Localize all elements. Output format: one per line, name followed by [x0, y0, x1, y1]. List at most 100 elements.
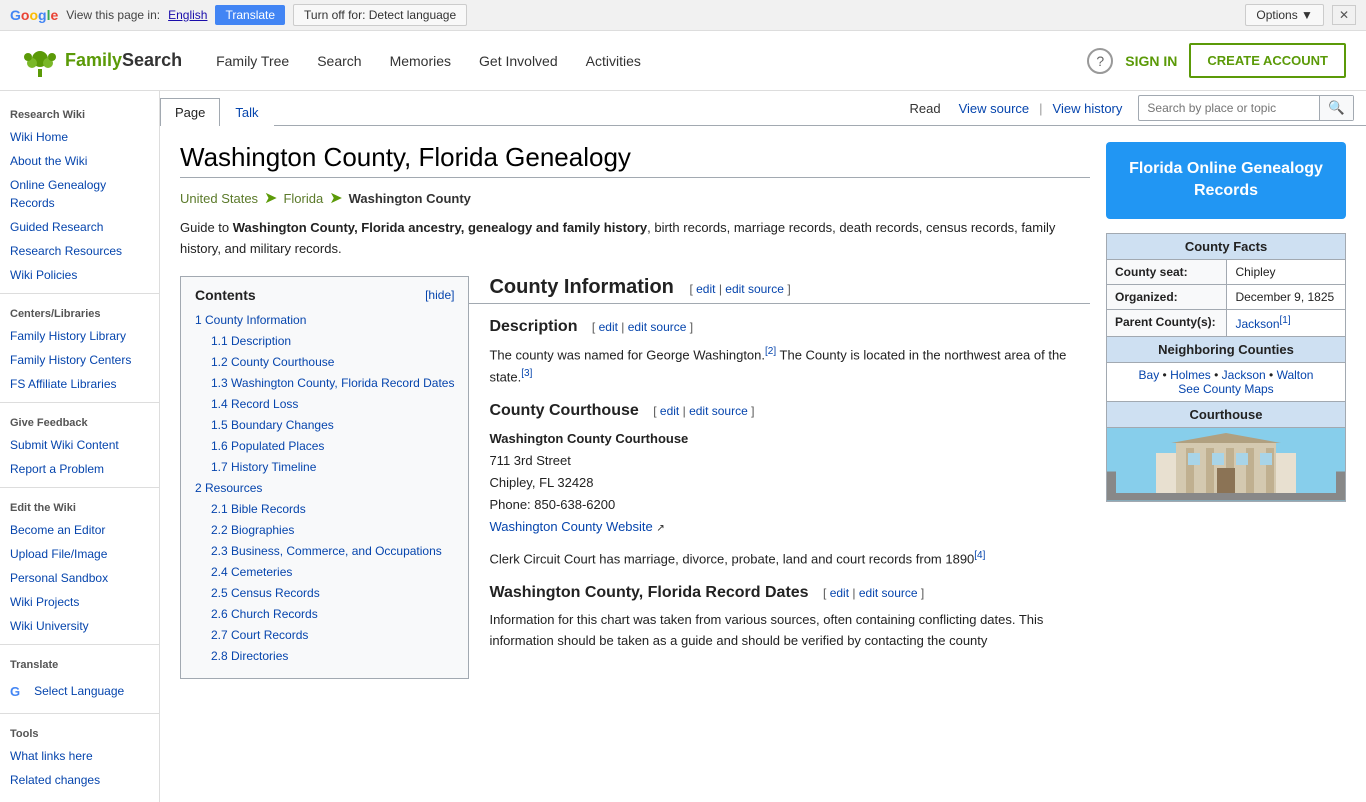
nav-get-involved[interactable]: Get Involved — [465, 45, 572, 77]
toc-link-1-5[interactable]: 1.5 Boundary Changes — [211, 418, 334, 432]
sidebar-item-wiki-projects[interactable]: Wiki Projects — [0, 590, 159, 614]
toc-link-1-2[interactable]: 1.2 County Courthouse — [211, 355, 334, 369]
toc-link-2-8[interactable]: 2.8 Directories — [211, 649, 288, 663]
sidebar-item-family-history-centers[interactable]: Family History Centers — [0, 348, 159, 372]
toc-link-2-4[interactable]: 2.4 Cemeteries — [211, 565, 292, 579]
sidebar-item-submit-wiki[interactable]: Submit Wiki Content — [0, 433, 159, 457]
toc-link-2-6[interactable]: 2.6 Church Records — [211, 607, 318, 621]
wiki-search-button[interactable]: 🔍 — [1319, 96, 1353, 120]
select-language-link[interactable]: Select Language — [24, 679, 134, 703]
description-edit-source-link[interactable]: edit source — [628, 320, 687, 334]
courthouse-website-link[interactable]: Washington County Website — [489, 519, 652, 534]
toc-link-2-7[interactable]: 2.7 Court Records — [211, 628, 308, 642]
courthouse-edit-link[interactable]: edit — [660, 404, 679, 418]
nav-search[interactable]: Search — [303, 45, 375, 77]
external-link-icon: ↗ — [656, 523, 664, 534]
parent-county-link[interactable]: Jackson — [1235, 317, 1279, 331]
sidebar-section-research: Research Wiki — [0, 101, 159, 125]
clerk-text: Clerk Circuit Court has marriage, divorc… — [489, 552, 974, 567]
close-translate-button[interactable]: ✕ — [1332, 5, 1356, 25]
sidebar-item-wiki-university[interactable]: Wiki University — [0, 614, 159, 638]
sidebar-item-family-history-library[interactable]: Family History Library — [0, 324, 159, 348]
sidebar-item-report-problem[interactable]: Report a Problem — [0, 457, 159, 481]
sidebar-item-research-resources[interactable]: Research Resources — [0, 239, 159, 263]
sidebar-item-upload-file[interactable]: Upload File/Image — [0, 542, 159, 566]
sidebar-item-wiki-policies[interactable]: Wiki Policies — [0, 263, 159, 287]
toc-link-1-3[interactable]: 1.3 Washington County, Florida Record Da… — [211, 376, 454, 390]
toc-item-2-3: 2.3 Business, Commerce, and Occupations — [195, 542, 454, 560]
help-icon[interactable]: ? — [1087, 48, 1113, 74]
nav-memories[interactable]: Memories — [376, 45, 465, 77]
toc-link-1-6[interactable]: 1.6 Populated Places — [211, 439, 324, 453]
bay-county-link[interactable]: Bay — [1139, 368, 1160, 382]
breadcrumb: United States ➤ Florida ➤ Washington Cou… — [180, 188, 1090, 208]
main-clearfix: Contents [hide] 1 County Information 1.1… — [180, 276, 1090, 695]
toc-link-1-1[interactable]: 1.1 Description — [211, 334, 291, 348]
toc-num-2-6: 2.6 — [211, 607, 231, 621]
turnoff-button[interactable]: Turn off for: Detect language — [293, 4, 467, 26]
courthouse-sup[interactable]: [4] — [974, 550, 985, 561]
nav-activities[interactable]: Activities — [572, 45, 655, 77]
familysearch-logo-icon — [20, 41, 60, 81]
translate-button[interactable]: Translate — [215, 5, 285, 25]
county-facts-header: County Facts — [1107, 233, 1346, 259]
tab-talk[interactable]: Talk — [220, 98, 273, 126]
record-dates-edit-link[interactable]: edit — [830, 586, 849, 600]
contents-hide-link[interactable]: [hide] — [425, 288, 454, 302]
toc-label-2-7: Court Records — [231, 628, 308, 642]
walton-county-link[interactable]: Walton — [1277, 368, 1314, 382]
tab-page[interactable]: Page — [160, 98, 220, 126]
toc-num-2-2: 2.2 — [211, 523, 231, 537]
toc-link-1[interactable]: 1 County Information — [195, 313, 306, 327]
language-selector-area: G Select Language — [0, 675, 159, 707]
nav-family-tree[interactable]: Family Tree — [202, 45, 303, 77]
see-county-maps-link[interactable]: See County Maps — [1178, 382, 1273, 396]
sidebar-item-personal-sandbox[interactable]: Personal Sandbox — [0, 566, 159, 590]
translate-language-link[interactable]: English — [168, 8, 207, 22]
record-dates-edit-source-link[interactable]: edit source — [859, 586, 918, 600]
county-info-edit-source-link[interactable]: edit source — [725, 282, 784, 296]
search-icon: 🔍 — [1328, 100, 1345, 115]
toc-num-1-1: 1.1 — [211, 334, 231, 348]
breadcrumb-fl[interactable]: Florida — [283, 191, 323, 206]
desc-sup-1[interactable]: [2] — [765, 346, 776, 357]
county-info-edit-link[interactable]: edit — [696, 282, 715, 296]
sidebar-item-wiki-home[interactable]: Wiki Home — [0, 125, 159, 149]
toc-link-1-4[interactable]: 1.4 Record Loss — [211, 397, 298, 411]
sidebar-item-what-links-here[interactable]: What links here — [0, 744, 159, 768]
courthouse-edit-source-link[interactable]: edit source — [689, 404, 748, 418]
county-info-edit-links: [ edit | edit source ] — [689, 282, 790, 296]
toc-num-1-7: 1.7 — [211, 460, 231, 474]
toc-link-2-2[interactable]: 2.2 Biographies — [211, 523, 294, 537]
breadcrumb-us[interactable]: United States — [180, 191, 258, 206]
sidebar-item-guided-research[interactable]: Guided Research — [0, 215, 159, 239]
toc-link-1-7[interactable]: 1.7 History Timeline — [211, 460, 316, 474]
logo-link[interactable]: FamilySearch — [20, 41, 182, 81]
wiki-search-input[interactable] — [1139, 97, 1319, 119]
intro-bold: Washington County, Florida ancestry, gen… — [233, 220, 647, 235]
toc-link-2-5[interactable]: 2.5 Census Records — [211, 586, 320, 600]
toc-link-2-1[interactable]: 2.1 Bible Records — [211, 502, 306, 516]
sidebar-item-about-wiki[interactable]: About the Wiki — [0, 149, 159, 173]
florida-online-records-button[interactable]: Florida Online Genealogy Records — [1106, 142, 1346, 219]
options-button[interactable]: Options ▼ — [1245, 4, 1324, 26]
sign-in-button[interactable]: SIGN IN — [1125, 53, 1177, 69]
sidebar-item-online-genealogy[interactable]: Online Genealogy Records — [0, 173, 159, 215]
view-source-link[interactable]: View source — [949, 95, 1040, 122]
tab-bar: Page Talk Read View source | View histor… — [160, 91, 1366, 126]
parent-sup[interactable]: [1] — [1280, 315, 1291, 326]
neighboring-counties-header: Neighboring Counties — [1107, 336, 1346, 362]
jackson-county-link[interactable]: Jackson — [1222, 368, 1266, 382]
sidebar-item-become-editor[interactable]: Become an Editor — [0, 518, 159, 542]
sidebar-item-fs-affiliate[interactable]: FS Affiliate Libraries — [0, 372, 159, 396]
sidebar-item-related-changes[interactable]: Related changes — [0, 768, 159, 792]
desc-sup-2[interactable]: [3] — [521, 368, 532, 379]
toc-link-2[interactable]: 2 Resources — [195, 481, 262, 495]
courthouse-street: 711 3rd Street — [489, 453, 570, 468]
breadcrumb-current: Washington County — [349, 191, 471, 206]
holmes-county-link[interactable]: Holmes — [1170, 368, 1211, 382]
view-history-link[interactable]: View history — [1043, 95, 1133, 122]
toc-link-2-3[interactable]: 2.3 Business, Commerce, and Occupations — [211, 544, 442, 558]
description-edit-link[interactable]: edit — [599, 320, 618, 334]
create-account-button[interactable]: CREATE ACCOUNT — [1189, 43, 1346, 78]
